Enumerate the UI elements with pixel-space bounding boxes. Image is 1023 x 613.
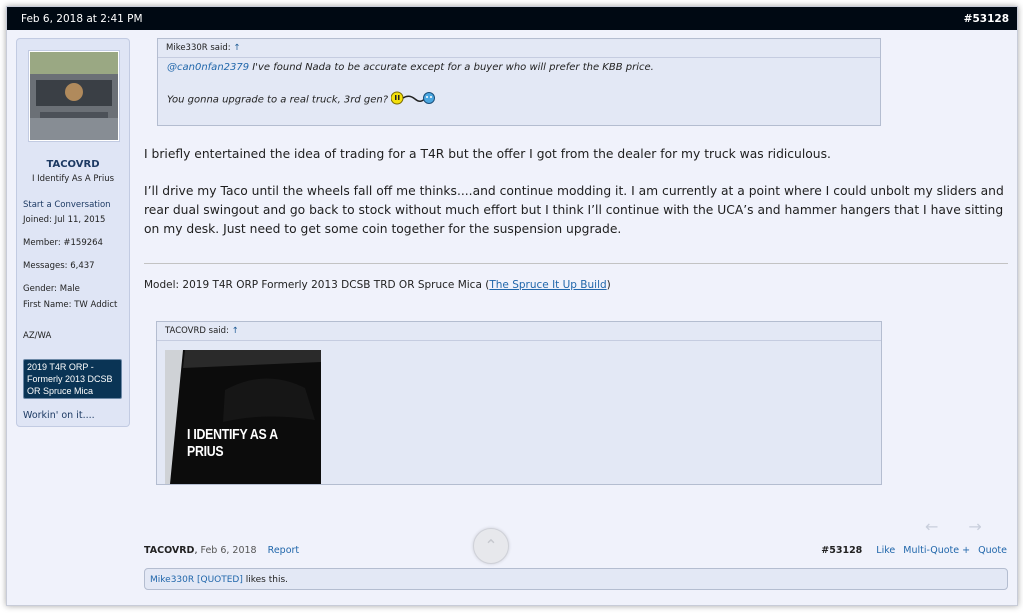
message-count: Messages: 6,437 xyxy=(23,261,95,271)
quote-link[interactable]: Quote xyxy=(978,545,1007,556)
user-title: I Identify As A Prius xyxy=(31,174,115,184)
user-sidebar: TACOVRD I Identify As A Prius Start a Co… xyxy=(16,38,130,427)
quote-author: Mike330R said: xyxy=(166,43,231,53)
quote-author: TACOVRD said: xyxy=(165,326,229,336)
liker-link[interactable]: Mike330R [QUOTED] xyxy=(150,575,243,585)
quote-line-2: You gonna upgrade to a real truck, 3rd g… xyxy=(167,94,389,106)
report-link[interactable]: Report xyxy=(268,545,300,556)
post-actions: #53128 Like Multi-Quote + Quote xyxy=(813,545,1007,556)
build-thread-link[interactable]: The Spruce It Up Build xyxy=(489,279,606,291)
smiley-icon xyxy=(390,91,436,108)
post-date: Feb 6, 2018 at 2:41 PM xyxy=(21,12,143,25)
multiquote-link[interactable]: Multi-Quote + xyxy=(903,545,970,556)
gender: Gender: Male xyxy=(23,284,80,294)
avatar[interactable] xyxy=(28,50,120,142)
likes-summary: Mike330R [QUOTED] likes this. xyxy=(144,568,1008,590)
location: AZ/WA xyxy=(23,331,52,341)
quote-header: Mike330R said: ↑ xyxy=(158,39,880,58)
footer-date[interactable]: Feb 6, 2018 xyxy=(201,545,257,556)
start-conversation-link[interactable]: Start a Conversation xyxy=(23,200,111,210)
first-name: First Name: TW Addict xyxy=(23,300,118,310)
arrow-right-icon[interactable]: → xyxy=(968,517,981,536)
sticker-text: I IDENTIFY AS A PRIUS xyxy=(187,426,278,460)
post-frame: Feb 6, 2018 at 2:41 PM #53128 TACOVRD I … xyxy=(6,6,1018,606)
jump-to-quote-icon[interactable]: ↑ xyxy=(233,43,240,53)
message-body: I briefly entertained the idea of tradin… xyxy=(144,145,1010,257)
post-header: Feb 6, 2018 at 2:41 PM #53128 xyxy=(7,7,1017,30)
quote-body: @can0nfan2379 I've found Nada to be accu… xyxy=(158,58,880,112)
arrow-left-icon[interactable]: ← xyxy=(925,517,938,536)
signature-close: ) xyxy=(606,279,611,291)
mention-link[interactable]: @can0nfan2379 xyxy=(167,62,249,73)
signature-divider xyxy=(144,263,1008,264)
quoted-sticker-image: I IDENTIFY AS A PRIUS xyxy=(165,350,321,484)
post-nav: ← → xyxy=(925,517,1012,536)
footer-author[interactable]: TACOVRD xyxy=(144,545,194,556)
vehicle-badge[interactable]: 2019 T4R ORP - Formerly 2013 DCSB OR Spr… xyxy=(23,359,122,399)
quote-header: TACOVRD said: ↑ xyxy=(157,322,881,341)
message-paragraph-1: I briefly entertained the idea of tradin… xyxy=(144,147,831,161)
quote-line-1: I've found Nada to be accurate except fo… xyxy=(249,62,654,73)
username[interactable]: TACOVRD xyxy=(17,159,129,170)
working-status[interactable]: Workin' on it.... xyxy=(23,410,95,421)
signature: Model: 2019 T4R ORP Formerly 2013 DCSB T… xyxy=(144,279,611,291)
message-paragraph-2: I’ll drive my Taco until the wheels fall… xyxy=(144,184,1004,236)
chevron-up-icon[interactable]: ⌃ xyxy=(473,528,509,564)
signature-text: Model: 2019 T4R ORP Formerly 2013 DCSB T… xyxy=(144,279,490,291)
post-footer-meta: TACOVRD, Feb 6, 2018 Report xyxy=(144,545,300,556)
post-number[interactable]: #53128 xyxy=(964,13,1009,25)
member-number: Member: #159264 xyxy=(23,238,103,248)
like-link[interactable]: Like xyxy=(876,545,895,556)
likes-text: likes this. xyxy=(242,575,289,585)
joined-date: Joined: Jul 11, 2015 xyxy=(23,215,106,225)
footer-post-number[interactable]: #53128 xyxy=(821,545,862,556)
quote-block-mike330r: Mike330R said: ↑ @can0nfan2379 I've foun… xyxy=(157,38,881,126)
quote-block-tacovrd: TACOVRD said: ↑ I IDENTIFY AS A PRIUS xyxy=(156,321,882,485)
jump-to-quote-icon[interactable]: ↑ xyxy=(232,326,239,336)
